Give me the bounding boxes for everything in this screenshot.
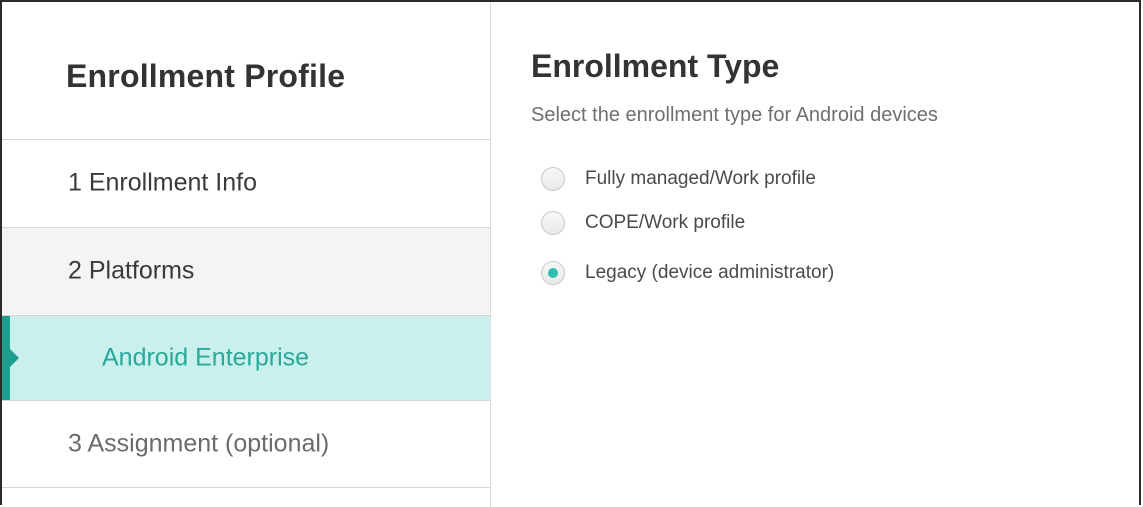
nav-item-assignment[interactable]: 3 Assignment (optional) <box>2 401 490 487</box>
page-title: Enrollment Type <box>531 48 780 84</box>
sidebar: Enrollment Profile 1 Enrollment Info 2 P… <box>2 2 491 507</box>
page-subtitle: Select the enrollment type for Android d… <box>531 104 938 126</box>
main-panel: Enrollment Type Select the enrollment ty… <box>491 2 1141 507</box>
radio-option-fully-managed[interactable]: Fully managed/Work profile <box>541 165 816 193</box>
radio-option-cope[interactable]: COPE/Work profile <box>541 209 745 237</box>
radio-label: Legacy (device administrator) <box>585 262 835 283</box>
sidebar-title: Enrollment Profile <box>66 58 346 94</box>
radio-button[interactable] <box>541 167 565 191</box>
nav-item-label: 3 Assignment (optional) <box>68 429 330 458</box>
app-window: Enrollment Profile 1 Enrollment Info 2 P… <box>0 0 1141 507</box>
radio-label: Fully managed/Work profile <box>585 168 816 189</box>
nav-item-label: Android Enterprise <box>102 343 310 372</box>
radio-button-selected[interactable] <box>541 261 565 285</box>
nav-item-label: 2 Platforms <box>68 256 195 285</box>
active-indicator-arrow-icon <box>10 349 19 367</box>
divider <box>2 487 491 488</box>
radio-button[interactable] <box>541 211 565 235</box>
radio-option-legacy[interactable]: Legacy (device administrator) <box>541 259 834 287</box>
nav-item-enrollment-info[interactable]: 1 Enrollment Info <box>2 140 490 226</box>
nav-item-android-enterprise[interactable]: Android Enterprise <box>2 316 490 400</box>
radio-label: COPE/Work profile <box>585 212 746 233</box>
active-indicator <box>2 316 10 400</box>
nav-item-platforms[interactable]: 2 Platforms <box>2 228 490 314</box>
nav-item-label: 1 Enrollment Info <box>68 168 257 197</box>
radio-selected-dot-icon <box>548 268 558 278</box>
